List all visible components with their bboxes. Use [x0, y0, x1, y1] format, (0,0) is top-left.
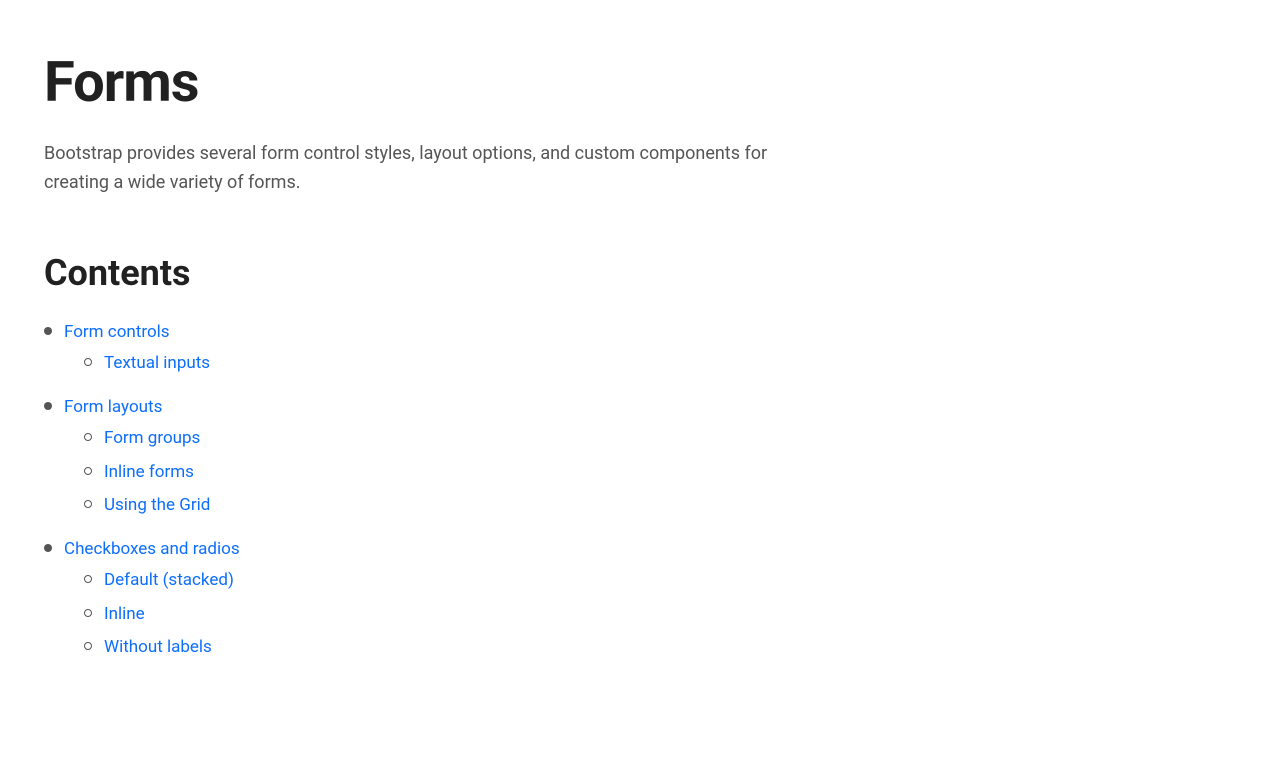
bullet-secondary-icon — [84, 500, 92, 508]
toc-link-default-stacked[interactable]: Default (stacked) — [104, 568, 234, 594]
toc-sub-item-default-stacked: Default (stacked) — [84, 568, 240, 594]
toc-link-form-groups[interactable]: Form groups — [104, 426, 200, 452]
toc-link-form-layouts[interactable]: Form layouts — [64, 395, 210, 421]
toc-link-form-controls[interactable]: Form controls — [64, 320, 210, 346]
toc-link-checkboxes-and-radios[interactable]: Checkboxes and radios — [64, 537, 240, 563]
bullet-secondary-icon — [84, 609, 92, 617]
bullet-icon — [44, 402, 52, 410]
page-subtitle: Bootstrap provides several form control … — [44, 140, 804, 198]
bullet-secondary-icon — [84, 358, 92, 366]
toc-link-textual-inputs[interactable]: Textual inputs — [104, 351, 210, 377]
toc-sub-item-inline: Inline — [84, 602, 240, 628]
contents-heading: Contents — [44, 246, 1220, 300]
toc-sub-item-form-groups: Form groups — [84, 426, 210, 452]
toc-link-inline[interactable]: Inline — [104, 602, 145, 628]
toc-list: Form controls Textual inputs Form layout… — [44, 320, 1220, 669]
toc-item-form-controls: Form controls Textual inputs — [44, 320, 1220, 385]
bullet-secondary-icon — [84, 642, 92, 650]
toc-sub-item-using-the-grid: Using the Grid — [84, 493, 210, 519]
bullet-icon — [44, 327, 52, 335]
toc-sub-item-inline-forms: Inline forms — [84, 460, 210, 486]
toc-sub-list-form-controls: Textual inputs — [84, 351, 210, 385]
toc-item-form-layouts: Form layouts Form groups Inline forms Us… — [44, 395, 1220, 527]
toc-sub-item-textual-inputs: Textual inputs — [84, 351, 210, 377]
bullet-secondary-icon — [84, 433, 92, 441]
toc-link-inline-forms[interactable]: Inline forms — [104, 460, 194, 486]
page-title: Forms — [44, 40, 1220, 124]
toc-link-without-labels[interactable]: Without labels — [104, 635, 212, 661]
bullet-secondary-icon — [84, 575, 92, 583]
bullet-icon — [44, 544, 52, 552]
toc-link-using-the-grid[interactable]: Using the Grid — [104, 493, 210, 519]
bullet-secondary-icon — [84, 467, 92, 475]
toc-sub-list-checkboxes-and-radios: Default (stacked) Inline Without labels — [84, 568, 240, 669]
toc-sub-item-without-labels: Without labels — [84, 635, 240, 661]
toc-item-checkboxes-and-radios: Checkboxes and radios Default (stacked) … — [44, 537, 1220, 669]
toc-sub-list-form-layouts: Form groups Inline forms Using the Grid — [84, 426, 210, 527]
